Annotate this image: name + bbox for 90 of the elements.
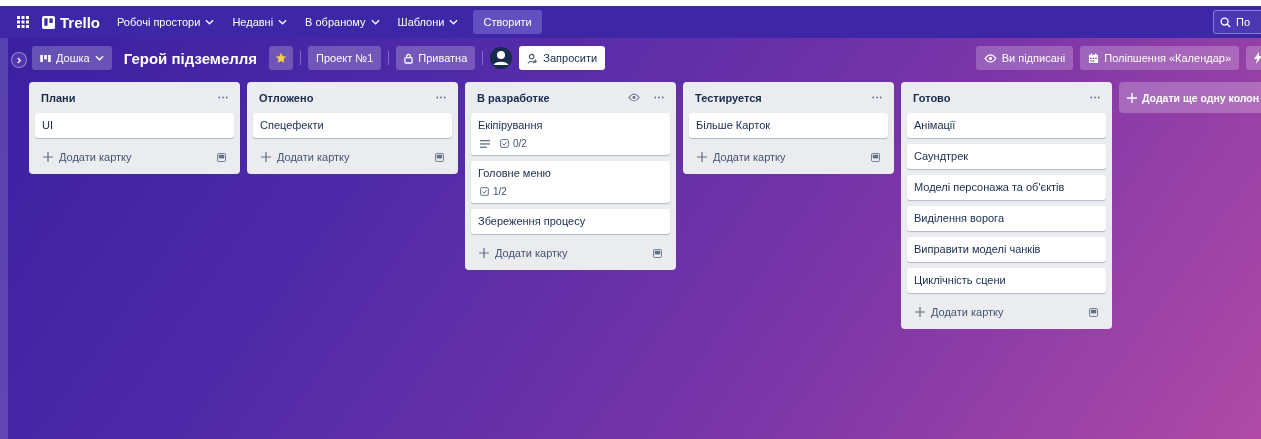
app-grid-icon[interactable] [17, 16, 29, 28]
task-card[interactable]: Саундтрек [907, 144, 1106, 169]
avatar-icon[interactable] [490, 47, 513, 69]
search-icon [1220, 16, 1231, 28]
card-title: Виділення ворога [914, 212, 1005, 225]
plus-icon [261, 152, 271, 162]
card-title: Циклічність сцени [914, 274, 1007, 287]
task-card[interactable]: Спецефекти [253, 113, 452, 138]
task-card[interactable]: Збереження процесу [471, 209, 670, 234]
plus-icon [479, 248, 489, 258]
lock-icon [404, 52, 414, 64]
eye-icon [628, 93, 640, 102]
lightning-icon [1254, 52, 1261, 64]
task-card[interactable]: Моделі персонажа та об'єктів [907, 175, 1106, 200]
search-placeholder: По [1236, 16, 1251, 28]
card-title: Саундтрек [914, 150, 970, 163]
workspace-button[interactable]: Проект №1 [308, 46, 382, 70]
add-card-button[interactable]: Додати картку [915, 304, 1004, 320]
task-card[interactable]: Виділення ворога [907, 206, 1106, 231]
task-card[interactable]: UI [35, 113, 234, 138]
more-icon[interactable] [872, 96, 882, 99]
power-up-button[interactable]: Поліпшення «Календар» [1080, 46, 1239, 70]
list-title[interactable]: Плани [41, 91, 204, 104]
more-icon[interactable] [218, 96, 228, 99]
checklist-count: 1/2 [480, 186, 507, 197]
add-card-button[interactable]: Додати картку [261, 149, 350, 165]
list-title[interactable]: Отложено [259, 91, 422, 104]
chevron-down-icon [278, 19, 288, 25]
eye-icon [983, 53, 997, 63]
list-title[interactable]: В разработке [477, 91, 614, 104]
list-title[interactable]: Готово [913, 91, 1076, 104]
template-icon[interactable] [217, 152, 226, 162]
nav-menu[interactable]: Недавні [225, 11, 295, 33]
visibility-button[interactable]: Приватна [396, 46, 476, 70]
list-title[interactable]: Тестируется [695, 91, 858, 104]
more-icon[interactable] [436, 96, 446, 99]
invite-button[interactable]: Запросити [519, 46, 606, 70]
nav-menu[interactable]: В обраному [298, 11, 387, 33]
card-title: Головне меню [478, 167, 552, 180]
checkbox-icon [480, 187, 489, 196]
add-card-button[interactable]: Додати картку [697, 149, 786, 165]
star-icon [275, 52, 288, 64]
app-logo[interactable]: Trello [60, 13, 100, 31]
task-card[interactable]: Виправити моделі чанків [907, 237, 1106, 262]
chevron-down-icon [94, 55, 104, 61]
chevron-down-icon [449, 19, 459, 25]
add-list-button[interactable]: Додати ще одну колон [1119, 82, 1261, 113]
calendar-icon [1088, 52, 1100, 64]
card-title: Спецефекти [260, 119, 325, 132]
template-icon[interactable] [435, 152, 444, 162]
task-card[interactable]: Анімації [907, 113, 1106, 138]
add-card-button[interactable]: Додати картку [43, 149, 132, 165]
template-icon[interactable] [1089, 307, 1098, 317]
star-button[interactable] [269, 46, 294, 70]
card-title: Збереження процесу [478, 215, 587, 228]
plus-icon [697, 152, 707, 162]
card-title: Анімації [914, 119, 957, 132]
sidebar-toggle[interactable] [11, 52, 27, 68]
template-icon[interactable] [871, 152, 880, 162]
board-title[interactable]: Герой підземелля [118, 49, 263, 67]
card-title: Виправити моделі чанків [914, 243, 1042, 256]
create-button[interactable]: Створити [473, 10, 542, 34]
nav-menu[interactable]: Робочі простори [110, 11, 222, 33]
board-logo-icon [42, 15, 55, 29]
view-menu-button[interactable]: Дошка [32, 46, 112, 70]
more-icon[interactable] [654, 96, 664, 99]
task-card[interactable]: Головне меню 1/2 [471, 161, 670, 203]
card-title: Екіпірування [478, 119, 544, 132]
chevron-right-icon [16, 56, 22, 64]
nav-menu[interactable]: Шаблони [390, 11, 466, 33]
card-title: UI [42, 119, 54, 132]
search-field[interactable]: По [1213, 10, 1261, 34]
task-card[interactable]: Екіпірування 0/2 [471, 113, 670, 155]
plus-icon [915, 307, 925, 317]
add-card-button[interactable]: Додати картку [479, 245, 568, 261]
template-icon[interactable] [653, 248, 662, 258]
chevron-down-icon [205, 19, 215, 25]
board-view-icon [40, 54, 51, 62]
card-title: Моделі персонажа та об'єктів [914, 181, 1066, 194]
add-person-icon [527, 52, 539, 64]
checkbox-icon [500, 139, 509, 148]
plus-icon [1127, 92, 1137, 103]
task-card[interactable]: Циклічність сцени [907, 268, 1106, 293]
more-icon[interactable] [1090, 96, 1100, 99]
checklist-count: 0/2 [500, 138, 527, 149]
card-title: Більше Карток [696, 119, 772, 132]
chevron-down-icon [370, 19, 380, 25]
task-card[interactable]: Більше Карток [689, 113, 888, 138]
watch-button[interactable]: Ви підписані [975, 46, 1074, 70]
plus-icon [43, 152, 53, 162]
